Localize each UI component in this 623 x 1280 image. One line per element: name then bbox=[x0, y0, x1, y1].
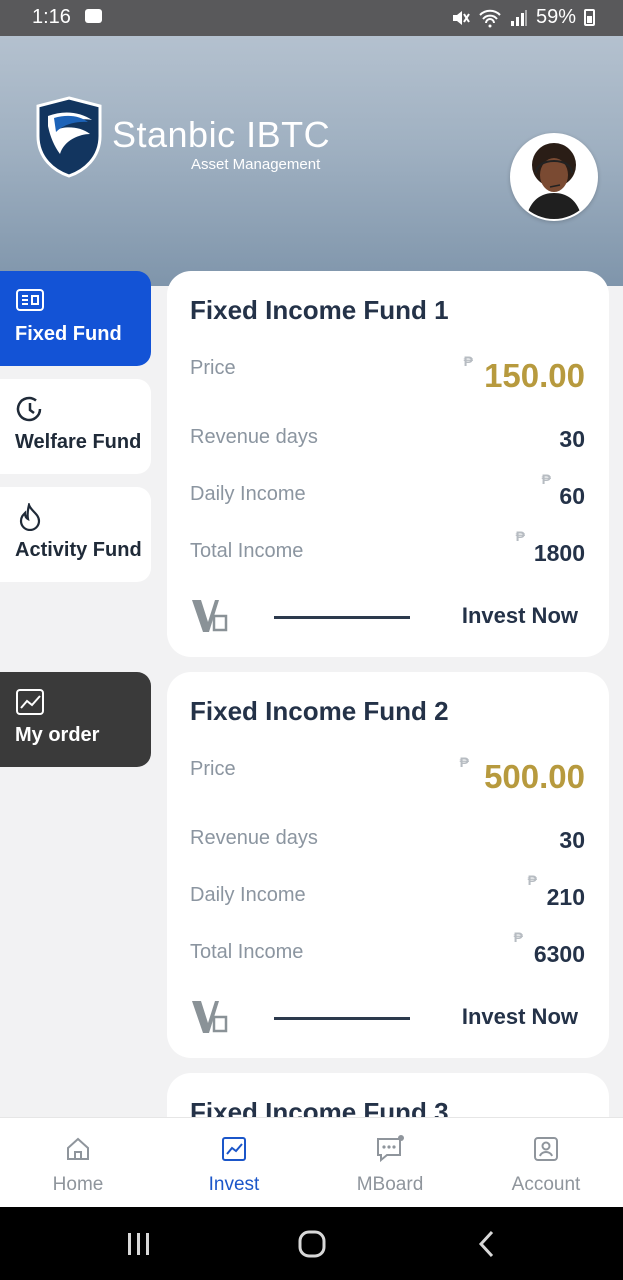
currency-icon: ₱ bbox=[463, 353, 473, 369]
revenue-days-value: 30 bbox=[559, 426, 585, 452]
currency-icon: ₱ bbox=[515, 528, 525, 544]
message-icon bbox=[377, 1135, 404, 1163]
revenue-days-label: Revenue days bbox=[190, 426, 318, 448]
revenue-days-value: 30 bbox=[559, 827, 585, 853]
price-row: Price ₱ 150.00 bbox=[190, 353, 585, 397]
document-icon bbox=[16, 289, 44, 311]
v-logo-icon bbox=[192, 1001, 228, 1033]
revenue-days-label: Revenue days bbox=[190, 827, 318, 849]
daily-income-value: 210 bbox=[546, 884, 585, 910]
mute-icon bbox=[452, 10, 470, 25]
flame-icon bbox=[19, 503, 41, 531]
brand-subtitle: Asset Management bbox=[191, 156, 321, 173]
revenue-days-row: Revenue days 30 bbox=[190, 426, 585, 456]
recent-apps-icon[interactable] bbox=[126, 1231, 152, 1257]
brand-name: Stanbic IBTC bbox=[112, 114, 331, 155]
daily-income-row: Daily Income ₱ 210 bbox=[190, 872, 585, 914]
currency-icon: ₱ bbox=[459, 754, 469, 770]
my-order-button[interactable]: My order bbox=[0, 672, 151, 767]
fund-title: Fixed Income Fund 1 bbox=[190, 295, 449, 325]
daily-income-value: 60 bbox=[559, 483, 585, 509]
daily-income-label: Daily Income bbox=[190, 884, 306, 906]
fund-title: Fixed Income Fund 2 bbox=[190, 696, 449, 726]
status-time: 1:16 bbox=[32, 6, 71, 28]
v-logo-icon bbox=[192, 600, 228, 632]
total-income-label: Total Income bbox=[190, 941, 304, 963]
price-label: Price bbox=[190, 357, 236, 379]
tab-account[interactable]: Account bbox=[481, 1118, 611, 1196]
status-bar: 1:16 59% bbox=[0, 0, 623, 36]
currency-icon: ₱ bbox=[513, 929, 523, 945]
home-icon bbox=[67, 1137, 89, 1160]
tab-mboard[interactable]: MBoard bbox=[325, 1118, 455, 1196]
total-income-row: Total Income ₱ 6300 bbox=[190, 929, 585, 971]
header-banner: Stanbic IBTC Asset Management bbox=[0, 36, 623, 286]
fund-card: Fixed Income Fund 1 Price ₱ 150.00 Reven… bbox=[167, 271, 609, 657]
invest-chart-icon bbox=[222, 1137, 246, 1161]
price-value: 150.00 bbox=[484, 357, 585, 394]
currency-icon: ₱ bbox=[527, 872, 537, 888]
currency-icon: ₱ bbox=[541, 471, 551, 487]
home-nav-icon[interactable] bbox=[297, 1229, 327, 1259]
clock-icon bbox=[16, 396, 42, 422]
price-row: Price ₱ 500.00 bbox=[190, 754, 585, 798]
support-avatar[interactable] bbox=[510, 133, 598, 221]
divider-line bbox=[274, 616, 410, 619]
total-income-row: Total Income ₱ 1800 bbox=[190, 528, 585, 570]
tab-label: Account bbox=[511, 1174, 581, 1195]
total-income-value: 6300 bbox=[533, 941, 585, 967]
category-fixed-fund[interactable]: Fixed Fund bbox=[0, 271, 151, 366]
back-icon[interactable] bbox=[476, 1229, 498, 1259]
category-activity-fund[interactable]: Activity Fund bbox=[0, 487, 151, 582]
divider-line bbox=[274, 1017, 410, 1020]
invest-now-button[interactable]: Invest Now bbox=[462, 603, 578, 629]
fund-card: Fixed Income Fund 2 Price ₱ 500.00 Reven… bbox=[167, 672, 609, 1058]
revenue-days-row: Revenue days 30 bbox=[190, 827, 585, 857]
chart-icon bbox=[16, 689, 44, 715]
signal-icon bbox=[510, 9, 527, 26]
daily-income-label: Daily Income bbox=[190, 483, 306, 505]
total-income-label: Total Income bbox=[190, 540, 304, 562]
wifi-icon bbox=[479, 9, 501, 27]
price-label: Price bbox=[190, 758, 236, 780]
tab-label: MBoard bbox=[356, 1174, 424, 1195]
bottom-tab-bar: Home Invest MBoard Account bbox=[0, 1117, 623, 1208]
tab-home[interactable]: Home bbox=[13, 1118, 143, 1196]
my-order-label: My order bbox=[15, 724, 100, 746]
account-icon bbox=[534, 1137, 558, 1161]
message-notification-icon bbox=[85, 9, 102, 23]
battery-percent: 59% bbox=[535, 6, 576, 28]
tab-label: Invest bbox=[208, 1174, 260, 1195]
daily-income-row: Daily Income ₱ 60 bbox=[190, 471, 585, 513]
status-icons: 59% bbox=[450, 6, 595, 29]
stanbic-shield-logo bbox=[36, 96, 102, 178]
system-nav-bar bbox=[0, 1207, 623, 1280]
category-label: Fixed Fund bbox=[15, 323, 122, 345]
category-welfare-fund[interactable]: Welfare Fund bbox=[0, 379, 151, 474]
tab-invest[interactable]: Invest bbox=[169, 1118, 299, 1196]
battery-icon bbox=[584, 9, 595, 26]
category-label: Activity Fund bbox=[15, 539, 142, 561]
agent-avatar-image bbox=[512, 135, 596, 219]
category-label: Welfare Fund bbox=[15, 431, 142, 453]
invest-now-button[interactable]: Invest Now bbox=[462, 1004, 578, 1030]
price-value: 500.00 bbox=[484, 758, 585, 795]
total-income-value: 1800 bbox=[533, 540, 585, 566]
tab-label: Home bbox=[52, 1174, 104, 1195]
